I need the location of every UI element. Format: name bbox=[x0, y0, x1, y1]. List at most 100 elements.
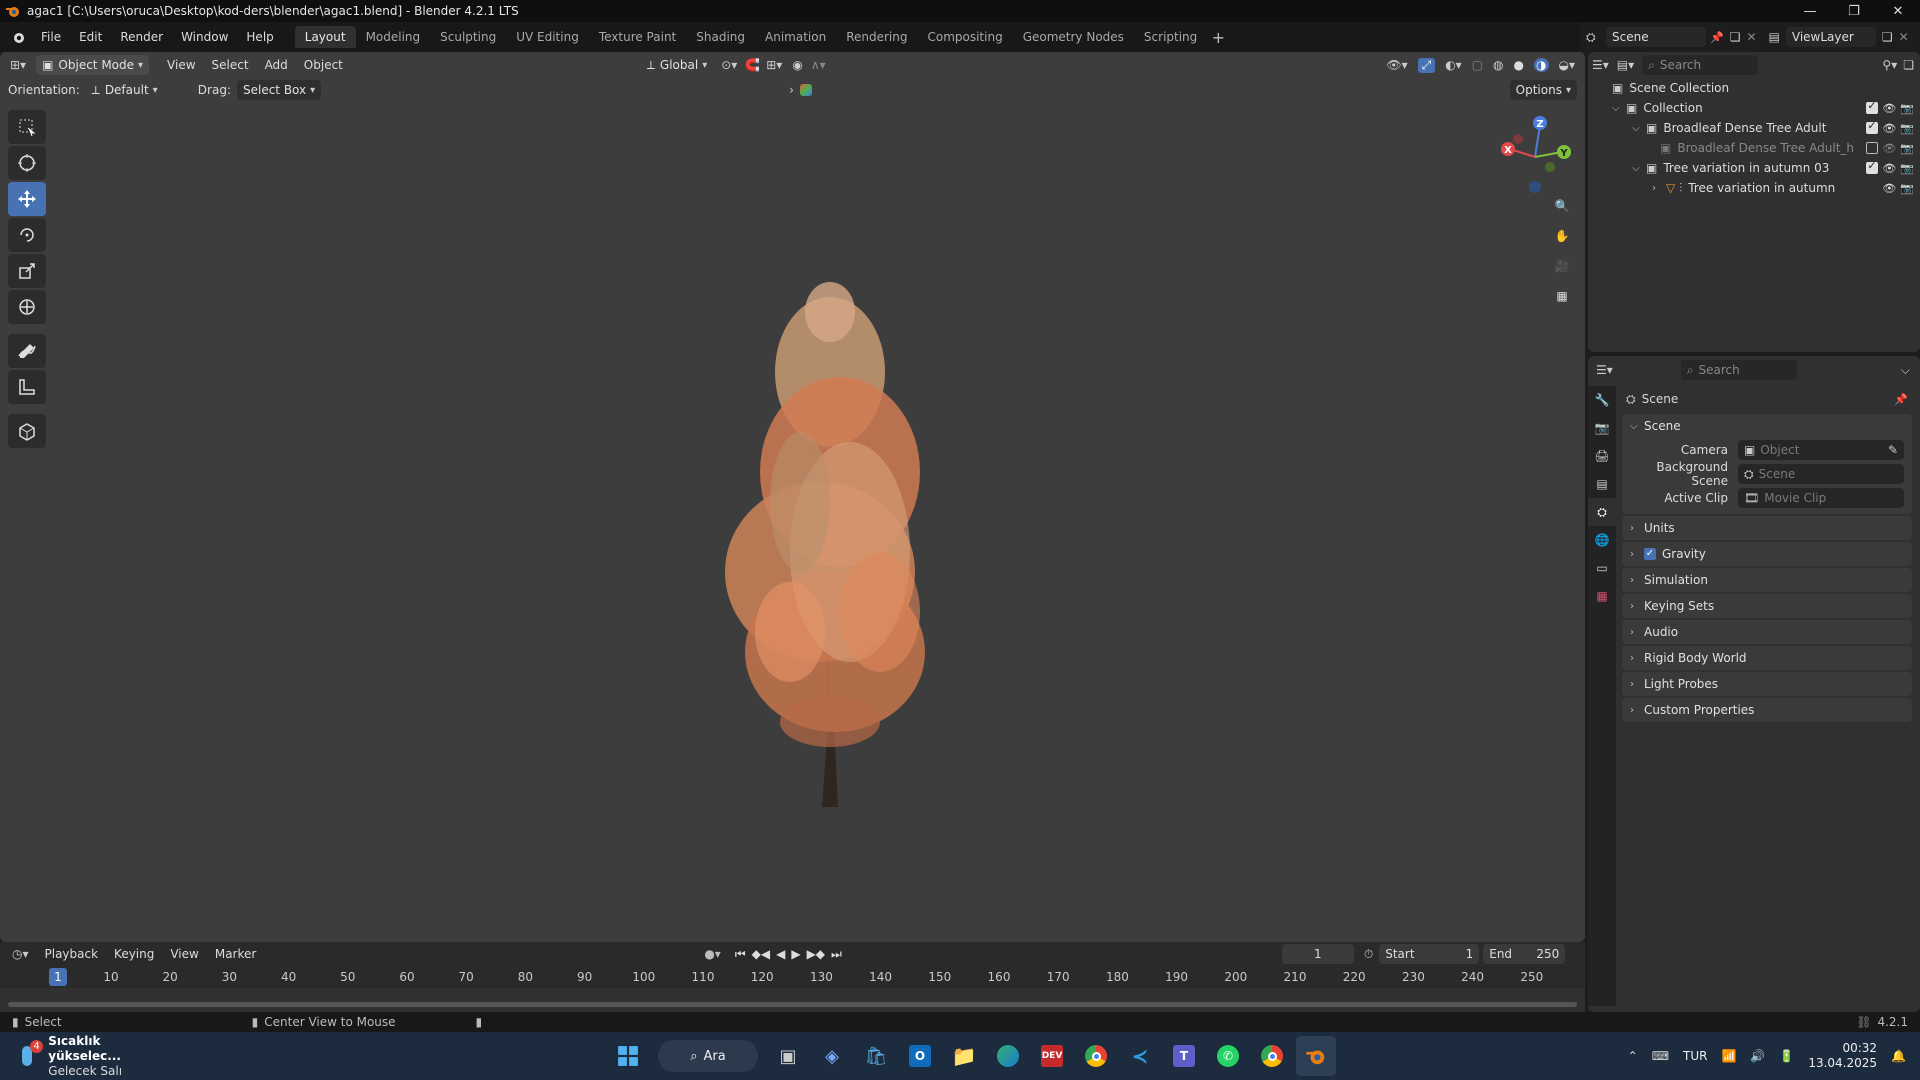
timeline-scrollbar[interactable] bbox=[8, 1002, 1577, 1007]
light-probes-panel[interactable]: › Light Probes bbox=[1622, 672, 1912, 696]
eye-icon[interactable]: 👁 bbox=[1882, 182, 1896, 195]
eye-icon[interactable]: 👁 bbox=[1882, 142, 1896, 155]
view-layer-tab-icon[interactable]: ▤ bbox=[1588, 470, 1616, 498]
gravity-checkbox[interactable]: ✓ bbox=[1644, 548, 1656, 560]
view-layer-field[interactable]: ViewLayer bbox=[1785, 27, 1876, 47]
camera-render-icon[interactable]: 📷 bbox=[1900, 142, 1914, 155]
store-icon[interactable]: 🛍 bbox=[856, 1036, 896, 1076]
outliner-collection[interactable]: ⌵ ▣ Collection 👁📷 bbox=[1588, 98, 1920, 118]
wireframe-shading-icon[interactable]: ◍ bbox=[1493, 58, 1503, 72]
outliner-editor-type-icon[interactable]: ☰▾ bbox=[1592, 58, 1609, 72]
scene-field[interactable]: Scene bbox=[1606, 27, 1706, 47]
scene-panel-header[interactable]: ⌵ Scene bbox=[1622, 414, 1912, 438]
active-clip-field[interactable]: 🎞 Movie Clip bbox=[1738, 488, 1904, 508]
keying-sets-panel[interactable]: › Keying Sets bbox=[1622, 594, 1912, 618]
eyedropper-icon[interactable]: ✎ bbox=[1888, 443, 1898, 457]
annotate-tool[interactable] bbox=[8, 334, 46, 368]
visibility-icon[interactable]: 👁▾ bbox=[1386, 58, 1407, 72]
jump-keyframe-forward-icon[interactable]: ▶◆ bbox=[807, 947, 825, 961]
simulation-panel[interactable]: › Simulation bbox=[1622, 568, 1912, 592]
units-panel[interactable]: › Units bbox=[1622, 516, 1912, 540]
camera-render-icon[interactable]: 📷 bbox=[1900, 182, 1914, 195]
task-view-icon[interactable]: ▣ bbox=[768, 1036, 808, 1076]
tab-rendering[interactable]: Rendering bbox=[836, 26, 917, 48]
windows-start-icon[interactable] bbox=[608, 1036, 648, 1076]
eye-icon[interactable]: 👁 bbox=[1882, 102, 1896, 115]
jump-end-icon[interactable]: ⏭ bbox=[831, 947, 842, 962]
navigation-gizmo[interactable]: Z X Y bbox=[1490, 107, 1580, 197]
ortho-grid-icon[interactable]: ▦ bbox=[1548, 282, 1576, 310]
proportional-edit-icon[interactable]: ◉ bbox=[792, 58, 802, 72]
options-dropdown[interactable]: Options bbox=[1509, 80, 1577, 100]
eye-icon[interactable]: 👁 bbox=[1882, 122, 1896, 135]
whatsapp-icon[interactable]: ✆ bbox=[1208, 1036, 1248, 1076]
snap-icon[interactable]: 🧲 bbox=[745, 58, 760, 72]
tab-geometry-nodes[interactable]: Geometry Nodes bbox=[1013, 26, 1134, 48]
close-icon[interactable]: ✕ bbox=[1876, 0, 1920, 22]
expand-arrow-icon[interactable]: › bbox=[789, 83, 794, 97]
menu-timeline-view[interactable]: View bbox=[162, 947, 206, 961]
scale-tool[interactable] bbox=[8, 254, 46, 288]
cursor-tool[interactable] bbox=[8, 146, 46, 180]
outliner-scene-collection[interactable]: ▣ Scene Collection bbox=[1588, 78, 1920, 98]
camera-view-icon[interactable]: 🎥 bbox=[1548, 252, 1576, 280]
solid-shading-icon[interactable]: ● bbox=[1514, 58, 1524, 72]
outliner-broadleaf-collection[interactable]: ⌵ ▣ Broadleaf Dense Tree Adult 👁📷 bbox=[1588, 118, 1920, 138]
devcpp-icon[interactable]: DEV bbox=[1032, 1036, 1072, 1076]
menu-view[interactable]: View bbox=[159, 58, 203, 72]
timeline-editor-type-icon[interactable]: ◷▾ bbox=[12, 947, 29, 961]
add-cube-tool[interactable] bbox=[8, 414, 46, 448]
chrome-2-icon[interactable] bbox=[1252, 1036, 1292, 1076]
measure-tool[interactable] bbox=[8, 370, 46, 404]
gizmo-toggle-icon[interactable]: ⤢ bbox=[1417, 57, 1436, 73]
scene-tab-icon[interactable]: ⛭ bbox=[1588, 498, 1616, 526]
weather-widget[interactable]: 4 Sıcaklık yükselec... Gelecek Salı bbox=[18, 1034, 168, 1079]
clock[interactable]: 00:32 13.04.2025 bbox=[1808, 1041, 1877, 1071]
play-icon[interactable]: ▶ bbox=[791, 947, 800, 961]
blender-menu-icon[interactable] bbox=[10, 29, 26, 45]
new-scene-icon[interactable]: ❏ bbox=[1730, 30, 1741, 44]
collapse-arrow-icon[interactable]: › bbox=[1652, 183, 1666, 194]
collection-tab-icon[interactable]: ▭ bbox=[1588, 554, 1616, 582]
exclude-checkbox[interactable] bbox=[1866, 142, 1879, 154]
outliner-tree-variation-collection[interactable]: ⌵ ▣ Tree variation in autumn 03 👁📷 bbox=[1588, 158, 1920, 178]
material-shading-icon[interactable]: ◑ bbox=[1534, 58, 1549, 72]
camera-render-icon[interactable]: 📷 bbox=[1900, 162, 1914, 175]
volume-icon[interactable]: 🔊 bbox=[1750, 1049, 1765, 1063]
tool-tab-icon[interactable]: 🔧 bbox=[1588, 386, 1616, 414]
gravity-panel[interactable]: › ✓ Gravity bbox=[1622, 542, 1912, 566]
audio-panel[interactable]: › Audio bbox=[1622, 620, 1912, 644]
menu-add[interactable]: Add bbox=[257, 58, 296, 72]
rendered-shading-icon[interactable]: ◒▾ bbox=[1559, 58, 1576, 72]
camera-render-icon[interactable]: 📷 bbox=[1900, 122, 1914, 135]
custom-properties-panel[interactable]: › Custom Properties bbox=[1622, 698, 1912, 722]
pivot-icon[interactable]: ⊙▾ bbox=[721, 58, 737, 72]
world-tab-icon[interactable]: 🌐 bbox=[1588, 526, 1616, 554]
new-collection-icon[interactable]: ❏ bbox=[1903, 58, 1914, 72]
minimize-icon[interactable]: — bbox=[1788, 0, 1832, 22]
filter-icon[interactable]: ⚲▾ bbox=[1882, 58, 1897, 72]
edge-icon[interactable] bbox=[988, 1036, 1028, 1076]
frame-cursor[interactable]: 1 bbox=[49, 968, 67, 986]
orientation-dropdown[interactable]: ⟂ Default bbox=[86, 80, 186, 100]
zoom-icon[interactable]: 🔍 bbox=[1548, 192, 1576, 220]
menu-playback[interactable]: Playback bbox=[37, 947, 107, 961]
camera-render-icon[interactable]: 📷 bbox=[1900, 102, 1914, 115]
outliner-broadleaf-child[interactable]: ▣ Broadleaf Dense Tree Adult_h 👁 📷 bbox=[1588, 138, 1920, 158]
jump-start-icon[interactable]: ⏮ bbox=[735, 947, 746, 962]
timeline-track[interactable] bbox=[0, 988, 1585, 1012]
overlay-toggle-icon[interactable]: ◐▾ bbox=[1445, 58, 1462, 72]
blender-taskbar-icon[interactable] bbox=[1296, 1036, 1336, 1076]
tab-compositing[interactable]: Compositing bbox=[917, 26, 1012, 48]
outliner-tree-variation-object[interactable]: › ▽ ⫶ Tree variation in autumn 👁 📷 bbox=[1588, 178, 1920, 198]
restore-icon[interactable]: ❐ bbox=[1832, 0, 1876, 22]
tab-texture-paint[interactable]: Texture Paint bbox=[589, 26, 686, 48]
properties-search-input[interactable]: ⌕ Search bbox=[1680, 360, 1797, 380]
drag-dropdown[interactable]: Select Box bbox=[236, 80, 322, 100]
exclude-checkbox[interactable] bbox=[1866, 99, 1879, 114]
falloff-icon[interactable]: ∧▾ bbox=[811, 58, 826, 72]
rotate-tool[interactable] bbox=[8, 218, 46, 252]
tab-layout[interactable]: Layout bbox=[294, 26, 356, 48]
menu-select[interactable]: Select bbox=[204, 58, 257, 72]
mode-dropdown[interactable]: ▣ Object Mode bbox=[36, 55, 150, 75]
